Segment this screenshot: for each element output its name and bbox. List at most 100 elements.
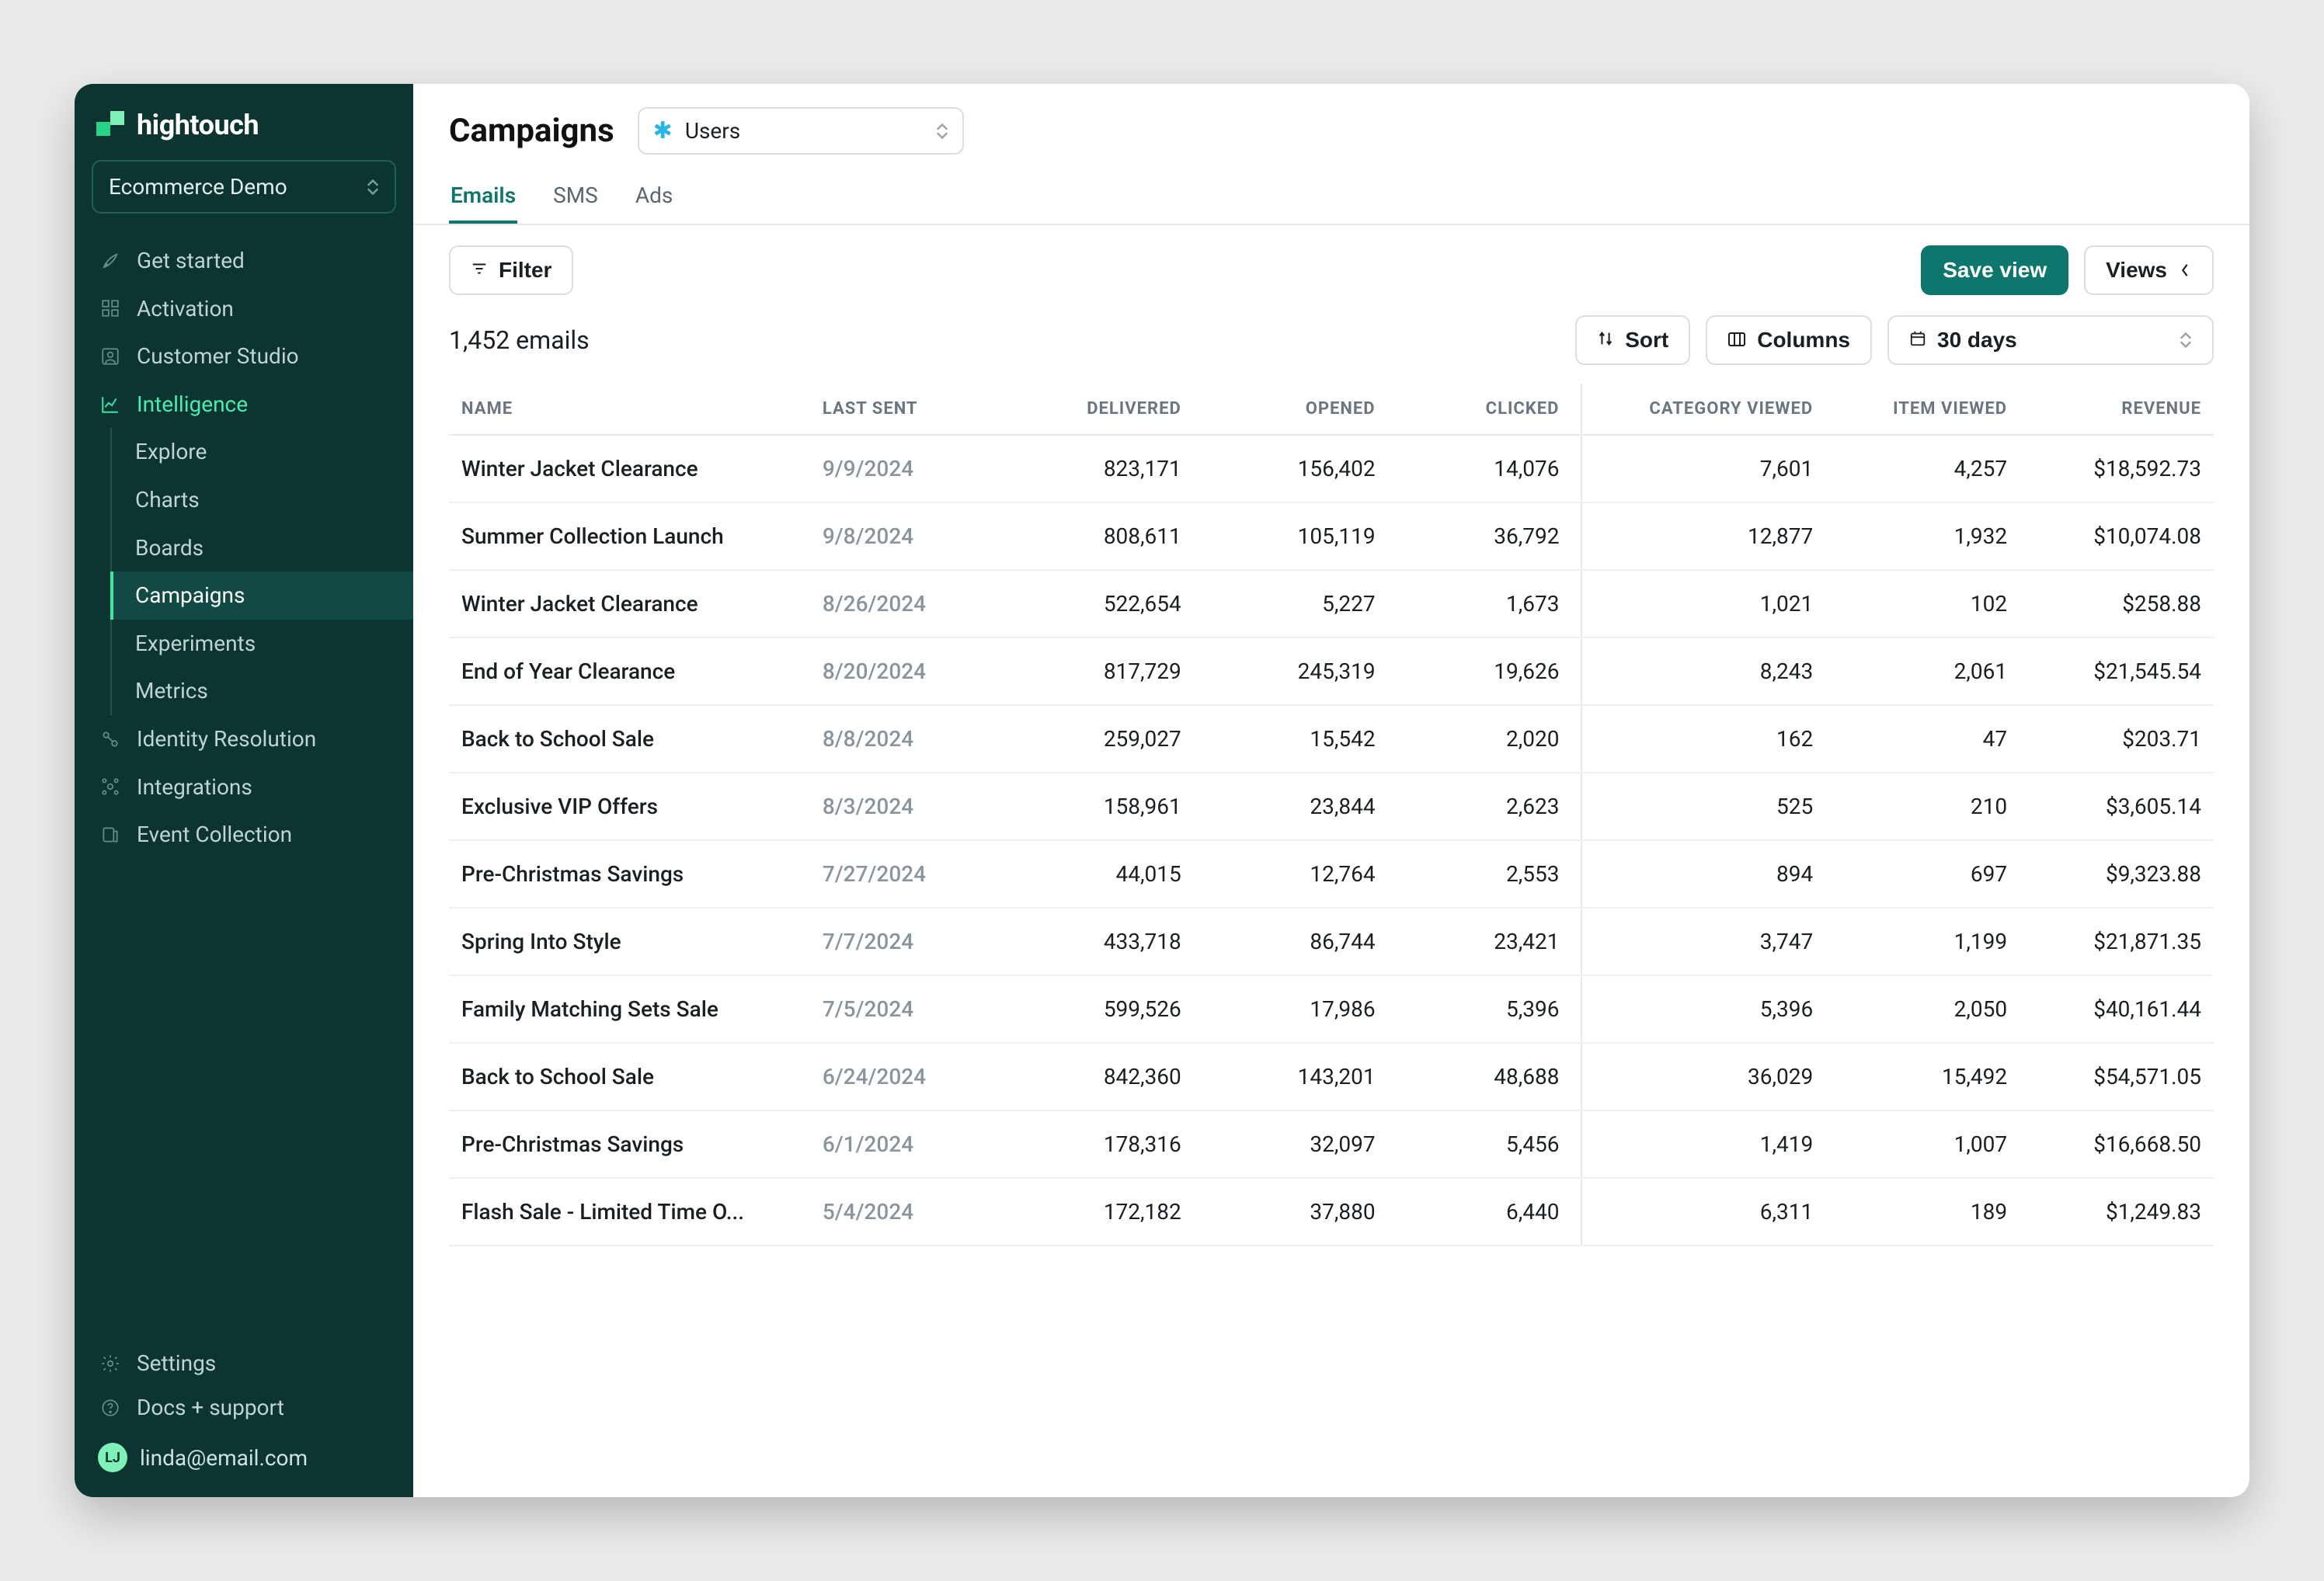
result-count: 1,452 emails <box>449 325 590 355</box>
nav-activation[interactable]: Activation <box>75 285 413 333</box>
filter-button[interactable]: Filter <box>449 245 573 295</box>
nav-customer-studio[interactable]: Customer Studio <box>75 332 413 380</box>
main: Campaigns ✱ Users Emails SMS Ads <box>413 84 2249 1497</box>
subnav-experiments[interactable]: Experiments <box>112 620 413 668</box>
link-icon <box>98 727 123 752</box>
table-row[interactable]: Back to School Sale8/8/2024259,02715,542… <box>449 705 2214 773</box>
cell-item-viewed: 1,932 <box>1825 502 2020 570</box>
cell-item-viewed: 1,007 <box>1825 1110 2020 1178</box>
cell-name: Pre-Christmas Savings <box>449 840 810 908</box>
date-range-select[interactable]: 30 days <box>1887 315 2214 365</box>
subnav-label: Explore <box>135 439 207 465</box>
th-item-viewed[interactable]: ITEM VIEWED <box>1825 384 2020 435</box>
tab-sms[interactable]: SMS <box>551 170 600 224</box>
cell-delivered: 44,015 <box>1000 840 1194 908</box>
cell-clicked: 6,440 <box>1388 1178 1582 1246</box>
cell-opened: 105,119 <box>1194 502 1388 570</box>
cell-last-sent: 5/4/2024 <box>810 1178 1000 1246</box>
app-window: hightouch Ecommerce Demo Get started Act… <box>75 84 2249 1497</box>
table-row[interactable]: Exclusive VIP Offers8/3/2024158,96123,84… <box>449 773 2214 840</box>
subnav-campaigns[interactable]: Campaigns <box>110 572 413 620</box>
th-clicked[interactable]: CLICKED <box>1388 384 1582 435</box>
grid-icon <box>98 296 123 321</box>
th-category-viewed[interactable]: CATEGORY VIEWED <box>1581 384 1825 435</box>
table-row[interactable]: Flash Sale - Limited Time O...5/4/202417… <box>449 1178 2214 1246</box>
brand-logo-icon <box>96 111 124 139</box>
tab-emails[interactable]: Emails <box>449 170 517 224</box>
table-row[interactable]: Pre-Christmas Savings7/27/202444,01512,7… <box>449 840 2214 908</box>
cell-revenue: $1,249.83 <box>2020 1178 2214 1246</box>
cell-name: Pre-Christmas Savings <box>449 1110 810 1178</box>
sidebar: hightouch Ecommerce Demo Get started Act… <box>75 84 413 1497</box>
cell-item-viewed: 4,257 <box>1825 435 2020 502</box>
columns-button[interactable]: Columns <box>1706 315 1872 365</box>
calendar-icon <box>1909 328 1926 353</box>
cell-category-viewed: 12,877 <box>1581 502 1825 570</box>
cell-name: Winter Jacket Clearance <box>449 435 810 502</box>
cell-item-viewed: 15,492 <box>1825 1043 2020 1110</box>
subnav-charts[interactable]: Charts <box>112 476 413 524</box>
cell-name: Summer Collection Launch <box>449 502 810 570</box>
help-icon <box>98 1395 123 1420</box>
views-button[interactable]: Views <box>2084 245 2214 295</box>
rocket-icon <box>98 248 123 273</box>
subnav-boards[interactable]: Boards <box>112 524 413 572</box>
cell-category-viewed: 8,243 <box>1581 638 1825 705</box>
cell-clicked: 5,396 <box>1388 975 1582 1043</box>
nav-get-started[interactable]: Get started <box>75 237 413 285</box>
table-wrap: NAME LAST SENT DELIVERED OPENED CLICKED … <box>413 365 2249 1497</box>
cell-revenue: $258.88 <box>2020 570 2214 638</box>
table-header-row: NAME LAST SENT DELIVERED OPENED CLICKED … <box>449 384 2214 435</box>
user-menu[interactable]: LJ linda@email.com <box>75 1430 413 1488</box>
table-row[interactable]: Winter Jacket Clearance8/26/2024522,6545… <box>449 570 2214 638</box>
cell-item-viewed: 210 <box>1825 773 2020 840</box>
table-row[interactable]: Family Matching Sets Sale7/5/2024599,526… <box>449 975 2214 1043</box>
cell-revenue: $3,605.14 <box>2020 773 2214 840</box>
table-row[interactable]: Winter Jacket Clearance9/9/2024823,17115… <box>449 435 2214 502</box>
cell-clicked: 5,456 <box>1388 1110 1582 1178</box>
tab-ads[interactable]: Ads <box>634 170 675 224</box>
table-row[interactable]: Summer Collection Launch9/8/2024808,6111… <box>449 502 2214 570</box>
cell-opened: 23,844 <box>1194 773 1388 840</box>
nav-label: Customer Studio <box>137 343 299 370</box>
cell-clicked: 48,688 <box>1388 1043 1582 1110</box>
nav-docs-support[interactable]: Docs + support <box>75 1385 413 1430</box>
nav-settings[interactable]: Settings <box>75 1341 413 1386</box>
sort-button[interactable]: Sort <box>1575 315 1690 365</box>
th-delivered[interactable]: DELIVERED <box>1000 384 1194 435</box>
table-row[interactable]: Spring Into Style7/7/2024433,71886,74423… <box>449 908 2214 975</box>
th-last-sent[interactable]: LAST SENT <box>810 384 1000 435</box>
subnav-metrics[interactable]: Metrics <box>112 667 413 715</box>
cell-last-sent: 8/20/2024 <box>810 638 1000 705</box>
integrations-icon <box>98 774 123 799</box>
th-opened[interactable]: OPENED <box>1194 384 1388 435</box>
nav-label: Settings <box>137 1350 216 1377</box>
nav-event-collection[interactable]: Event Collection <box>75 811 413 859</box>
table-row[interactable]: End of Year Clearance8/20/2024817,729245… <box>449 638 2214 705</box>
nav-identity-resolution[interactable]: Identity Resolution <box>75 715 413 763</box>
th-revenue[interactable]: REVENUE <box>2020 384 2214 435</box>
nav-intelligence[interactable]: Intelligence <box>75 380 413 429</box>
project-name: Ecommerce Demo <box>109 174 287 200</box>
subnav-explore[interactable]: Explore <box>112 428 413 476</box>
cell-delivered: 172,182 <box>1000 1178 1194 1246</box>
cell-delivered: 158,961 <box>1000 773 1194 840</box>
save-view-button[interactable]: Save view <box>1921 245 2068 295</box>
project-select[interactable]: Ecommerce Demo <box>92 160 396 214</box>
parent-model-select[interactable]: ✱ Users <box>638 107 964 155</box>
cell-last-sent: 8/26/2024 <box>810 570 1000 638</box>
cell-category-viewed: 5,396 <box>1581 975 1825 1043</box>
cell-name: Flash Sale - Limited Time O... <box>449 1178 810 1246</box>
cell-delivered: 178,316 <box>1000 1110 1194 1178</box>
cell-item-viewed: 102 <box>1825 570 2020 638</box>
cell-opened: 143,201 <box>1194 1043 1388 1110</box>
tab-label: Ads <box>635 182 673 208</box>
cell-clicked: 23,421 <box>1388 908 1582 975</box>
cell-revenue: $9,323.88 <box>2020 840 2214 908</box>
cell-last-sent: 7/7/2024 <box>810 908 1000 975</box>
th-name[interactable]: NAME <box>449 384 810 435</box>
cell-last-sent: 6/1/2024 <box>810 1110 1000 1178</box>
table-row[interactable]: Back to School Sale6/24/2024842,360143,2… <box>449 1043 2214 1110</box>
table-row[interactable]: Pre-Christmas Savings6/1/2024178,31632,0… <box>449 1110 2214 1178</box>
nav-integrations[interactable]: Integrations <box>75 763 413 811</box>
